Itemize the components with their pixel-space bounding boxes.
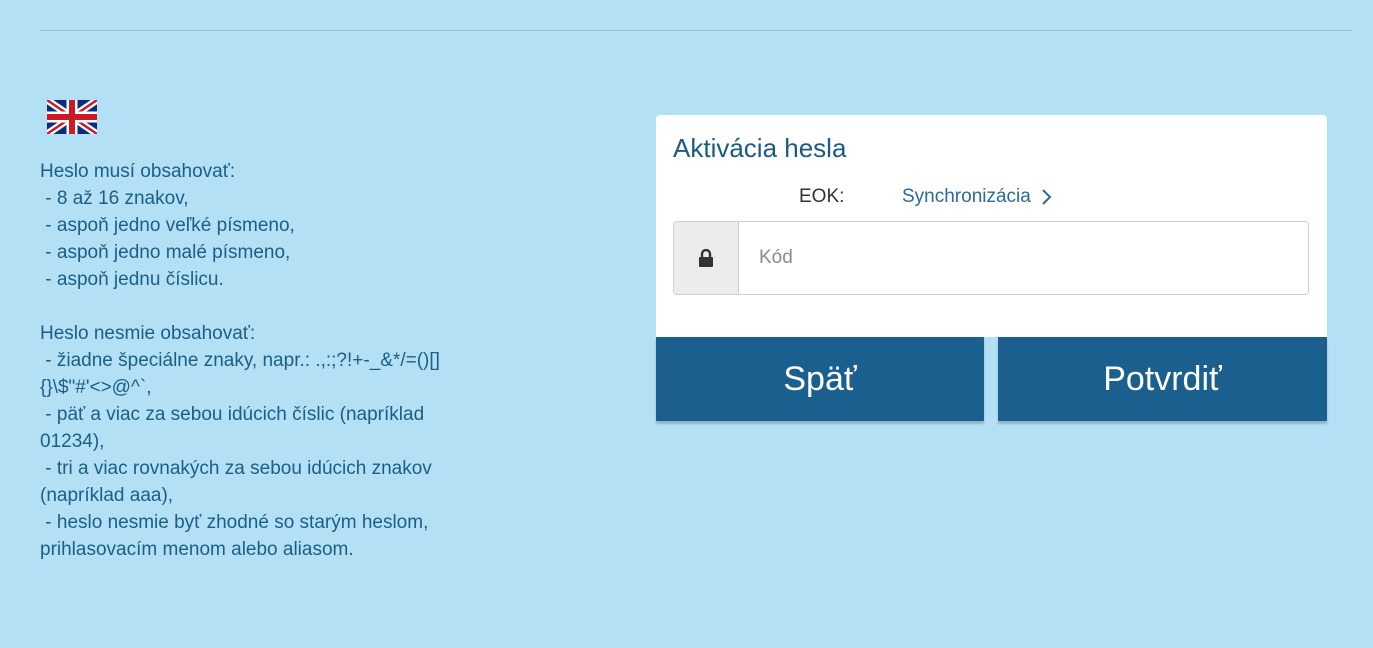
code-input[interactable] — [739, 222, 1308, 294]
rule-item: (napríklad aaa), — [40, 485, 174, 506]
code-addon — [674, 222, 739, 294]
uk-flag-icon[interactable] — [47, 100, 97, 134]
rules-must-not-heading: Heslo nesmie obsahovať: — [40, 323, 256, 344]
rule-item: - žiadne špeciálne znaky, napr.: .,:;?!+… — [40, 350, 440, 371]
password-rules: Heslo musí obsahovať: - 8 až 16 znakov, … — [40, 158, 580, 563]
rules-must-heading: Heslo musí obsahovať: — [40, 161, 236, 182]
card-title: Aktivácia hesla — [673, 133, 847, 163]
sync-link[interactable]: Synchronizácia — [902, 186, 1053, 208]
password-activation-card: Aktivácia hesla EOK: Synchronizácia — [656, 115, 1327, 337]
rule-item: - 8 až 16 znakov, — [40, 188, 189, 209]
confirm-button[interactable]: Potvrdiť — [998, 337, 1327, 421]
rule-item: - päť a viac za sebou idúcich číslic (na… — [40, 404, 425, 425]
rule-item: - tri a viac rovnakých za sebou idúcich … — [40, 458, 432, 479]
rule-item: {}\$"#'<>@^`, — [40, 377, 152, 398]
lock-icon — [699, 249, 713, 267]
chevron-right-icon — [1042, 189, 1052, 205]
eok-label: EOK: — [799, 186, 845, 207]
rule-item: - aspoň jedno veľké písmeno, — [40, 215, 295, 236]
rules-spacer — [40, 293, 580, 320]
sync-link-label: Synchronizácia — [902, 186, 1031, 207]
top-divider — [40, 30, 1352, 31]
rule-item: - aspoň jednu číslicu. — [40, 269, 224, 290]
rule-item: 01234), — [40, 431, 105, 452]
code-input-group — [673, 221, 1309, 295]
rule-item: prihlasovacím menom alebo aliasom. — [40, 539, 354, 560]
rule-item: - heslo nesmie byť zhodné so starým hesl… — [40, 512, 429, 533]
rule-item: - aspoň jedno malé písmeno, — [40, 242, 291, 263]
back-button[interactable]: Späť — [656, 337, 984, 421]
